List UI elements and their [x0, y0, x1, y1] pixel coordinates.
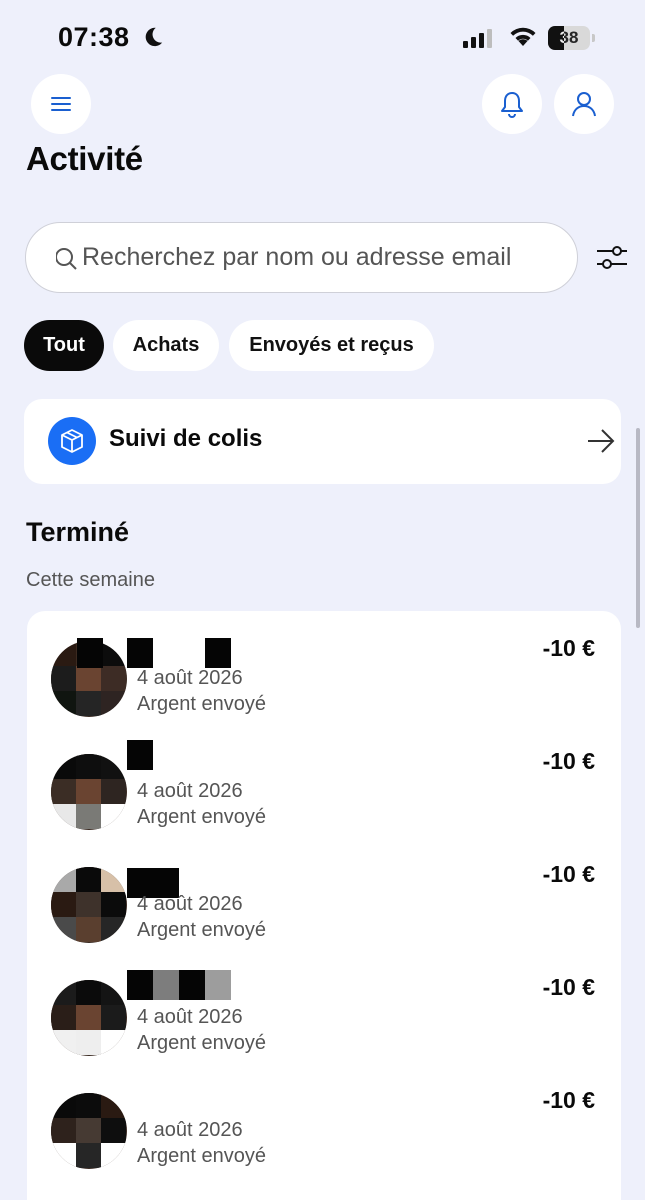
arrow-right-icon: [588, 429, 615, 453]
redacted-name: [153, 970, 179, 1000]
transaction-row[interactable]: 4 août 2026 Argent envoyé -10 €: [27, 611, 621, 724]
transaction-amount: -10 €: [542, 748, 595, 774]
status-bar: 07:38 38: [0, 0, 645, 70]
battery-icon: 38: [548, 26, 596, 50]
menu-button[interactable]: [31, 74, 91, 134]
avatar: [51, 754, 127, 830]
search-input[interactable]: [82, 223, 562, 291]
transaction-row[interactable]: 4 août 2026 Argent envoyé -10 €: [27, 950, 621, 1063]
package-tracking-card[interactable]: Suivi de colis: [24, 399, 621, 484]
cellular-signal-icon: [463, 29, 492, 48]
transaction-amount: -10 €: [542, 861, 595, 887]
redacted-name: [127, 740, 153, 770]
search-bar[interactable]: [25, 222, 578, 293]
redacted-name: [205, 970, 231, 1000]
moon-icon: [145, 27, 163, 47]
transaction-date: 4 août 2026: [137, 780, 243, 802]
battery-level: 38: [559, 28, 579, 47]
redacted-name: [179, 970, 205, 1000]
transaction-amount: -10 €: [542, 1087, 595, 1113]
filter-chip-purchases[interactable]: Achats: [113, 320, 219, 371]
transaction-date: 4 août 2026: [137, 1119, 243, 1141]
transaction-row[interactable]: 4 août 2026 Argent envoyé -10 €: [27, 837, 621, 950]
avatar: [51, 1093, 127, 1169]
filter-chip-sent-received[interactable]: Envoyés et reçus: [229, 320, 434, 371]
transaction-amount: -10 €: [542, 974, 595, 1000]
scrollbar[interactable]: [636, 428, 640, 628]
transaction-amount: -10 €: [542, 635, 595, 661]
user-profile-icon: [572, 92, 596, 117]
package-box-icon: [61, 429, 83, 453]
transaction-type: Argent envoyé: [137, 1145, 266, 1167]
filter-chip-all[interactable]: Tout: [24, 320, 104, 371]
wifi-icon: [510, 27, 536, 46]
section-subtitle: Cette semaine: [26, 569, 155, 591]
transaction-type: Argent envoyé: [137, 806, 266, 828]
status-time: 07:38: [58, 22, 130, 52]
redacted-name: [77, 638, 103, 668]
package-tracking-badge: [48, 417, 96, 465]
avatar: [51, 867, 127, 943]
profile-button[interactable]: [554, 74, 614, 134]
transaction-date: 4 août 2026: [137, 893, 243, 915]
filter-sliders-icon[interactable]: [594, 240, 630, 276]
redacted-name: [205, 638, 231, 668]
hamburger-menu-icon: [51, 97, 71, 111]
transaction-type: Argent envoyé: [137, 693, 266, 715]
transaction-row[interactable]: 4 août 2026 Argent envoyé -10 €: [27, 1063, 621, 1176]
redacted-name: [127, 638, 153, 668]
notifications-button[interactable]: [482, 74, 542, 134]
transaction-date: 4 août 2026: [137, 1006, 243, 1028]
transaction-type: Argent envoyé: [137, 919, 266, 941]
redacted-name: [127, 970, 153, 1000]
transactions-list: 4 août 2026 Argent envoyé -10 € 4 août 2…: [27, 611, 621, 1200]
section-title: Terminé: [26, 517, 130, 547]
transaction-date: 4 août 2026: [137, 667, 243, 689]
search-icon: [56, 248, 77, 270]
bell-icon: [501, 92, 523, 118]
page-title: Activité: [26, 140, 143, 177]
avatar: [51, 980, 127, 1056]
transaction-type: Argent envoyé: [137, 1032, 266, 1054]
package-tracking-label: Suivi de colis: [109, 425, 263, 452]
transaction-row[interactable]: 4 août 2026 Argent envoyé -10 €: [27, 724, 621, 837]
